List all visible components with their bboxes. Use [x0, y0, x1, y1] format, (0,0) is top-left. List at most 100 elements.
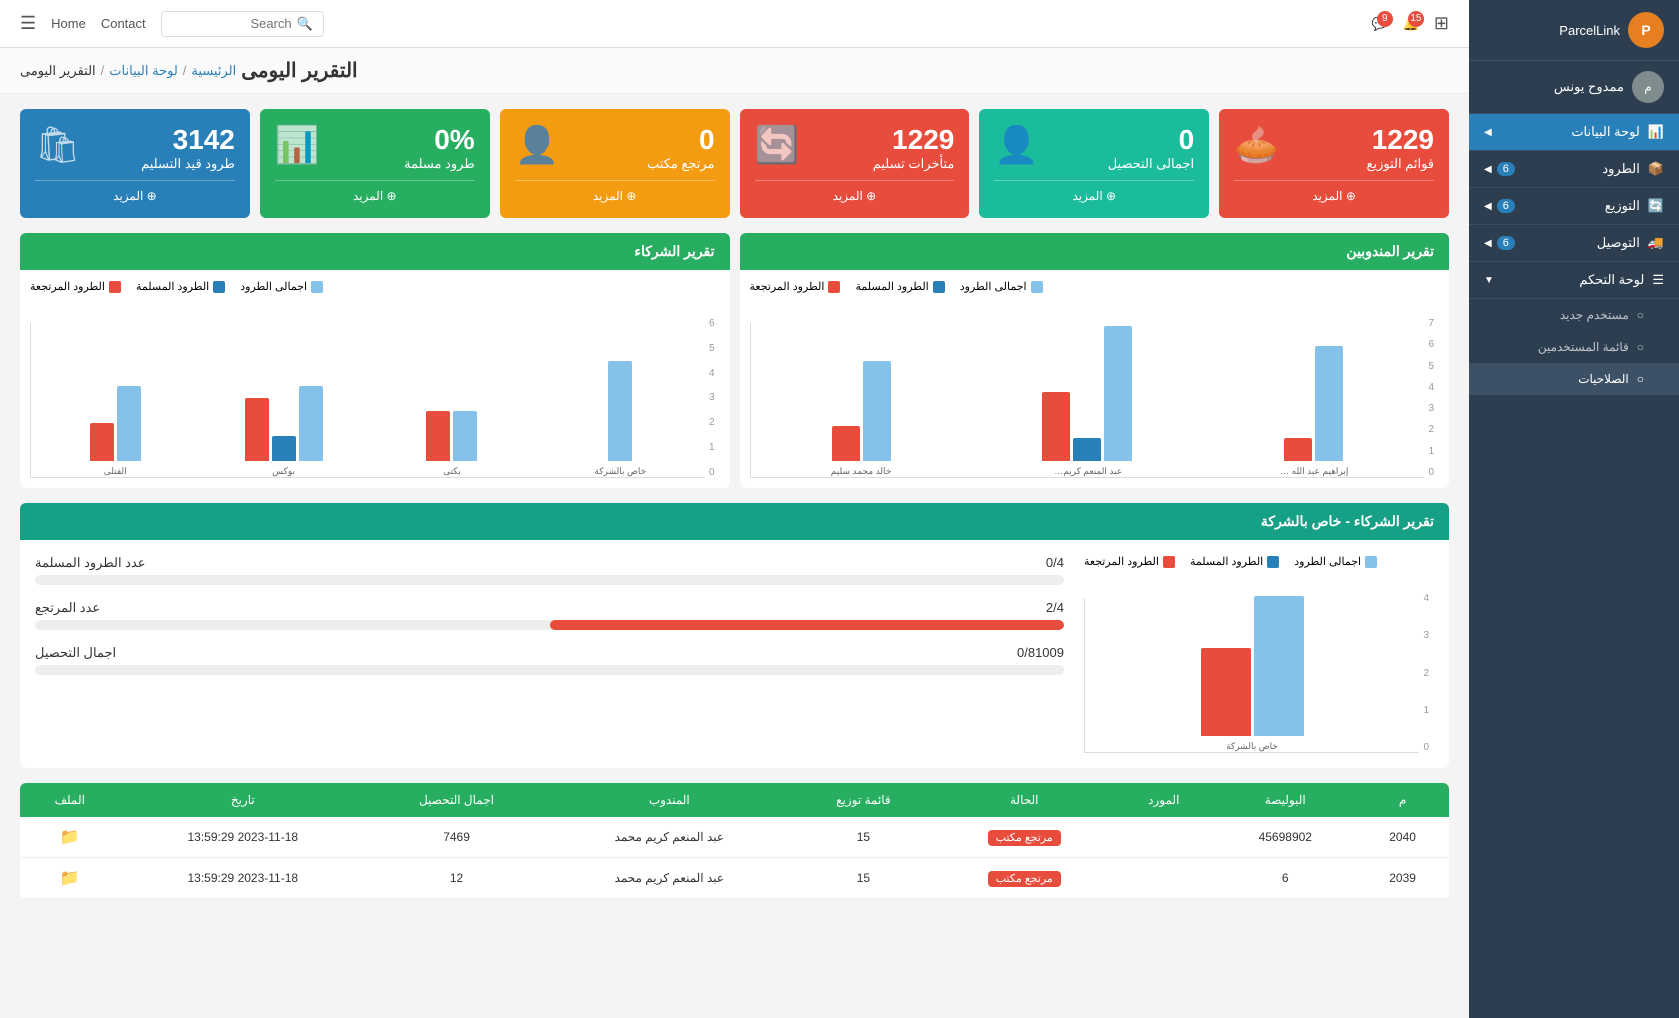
stat-more-delivered[interactable]: ⊕ المزيد	[275, 180, 475, 203]
company-chart-bars: 43210 خاص بالشركة	[1084, 573, 1434, 753]
stat-card-collections: 0 اجمالى التحصيل 👤 ⊕ المزيد	[979, 109, 1209, 218]
sidebar-sub-item-permissions[interactable]: ○ الصلاحيات	[1469, 363, 1679, 395]
delegates-chart-legend: اجمالى الطرود الطرود المسلمة الطرود المر…	[750, 280, 1440, 293]
company-bar-returned	[1201, 648, 1251, 736]
sidebar-item-delivery[interactable]: 🚚 التوصيل 6 ◀	[1469, 225, 1679, 262]
file-icon[interactable]: 📁	[60, 829, 80, 846]
user-name: ممدوح يونس	[1554, 79, 1624, 95]
sidebar-item-label-dashboard: لوحة البيانات	[1571, 124, 1640, 140]
cell-waybill: 6	[1214, 858, 1356, 899]
status-badge: مرتجع مكتب	[988, 830, 1061, 846]
notifications-count: 15	[1408, 11, 1424, 27]
partners-legend-dot-returned	[109, 281, 121, 293]
collections-icon: 👤	[994, 124, 1039, 166]
partners-bar-label-2: بكتى	[443, 466, 461, 477]
stat-more-delays[interactable]: ⊕ المزيد	[755, 180, 955, 203]
topnav-left: ⊞ 🔔 15 💬 9	[1372, 13, 1449, 34]
sidebar-sub-item-users-list[interactable]: ○ قائمة المستخدمين	[1469, 331, 1679, 363]
bar-delivered-2	[1073, 438, 1101, 461]
company-legend-label-delivered: الطرود المسلمة	[1190, 555, 1263, 568]
stat-cards: 1229 قوائم التوزيع 🥧 ⊕ المزيد 0 اجمالى ا…	[20, 109, 1449, 218]
breadcrumb-dashboard[interactable]: لوحة البيانات	[109, 63, 178, 79]
partners-legend-label-total: اجمالى الطرود	[240, 280, 307, 293]
col-status: الحالة	[935, 783, 1113, 817]
hamburger-icon[interactable]: ☰	[20, 13, 36, 34]
col-supplier: المورد	[1113, 783, 1214, 817]
partners-bar-returned-3	[245, 398, 269, 461]
sidebar-item-distribution[interactable]: 🔄 التوزيع 6 ◀	[1469, 188, 1679, 225]
cell-file: 📁	[20, 858, 120, 899]
search-box: 🔍	[161, 11, 324, 37]
stat-card-pending: 3142 طرود قيد التسليم 🛍 ⊕ المزيد	[20, 109, 250, 218]
partners-chart: 6543210 خاص بالشركة	[30, 298, 720, 478]
delegates-chart: 76543210 إبراهيم عبد الله محمد	[750, 298, 1440, 478]
table-header-row: م البوليصة المورد الحالة قائمة توزيع الم…	[20, 783, 1449, 817]
breadcrumb-home[interactable]: الرئيسية	[191, 63, 236, 79]
breadcrumb-current: التقرير اليومى	[20, 63, 96, 79]
stat-card-delays: 1229 متأخرات تسليم 🔄 ⊕ المزيد	[740, 109, 970, 218]
stat-delivered-value: 0/4	[1046, 555, 1064, 571]
cell-supplier	[1113, 858, 1214, 899]
brand-avatar: P	[1628, 12, 1664, 48]
partners-bar-total-2	[453, 411, 477, 461]
partners-bar-label-1: خاص بالشركة	[594, 466, 646, 477]
company-y-axis: 43210	[1419, 593, 1434, 753]
company-partner-report-body: اجمالى الطرود الطرود المسلمة الطرود المر…	[20, 540, 1449, 768]
partners-legend-label-returned: الطرود المرتجعة	[30, 280, 105, 293]
sidebar-user: م ممدوح يونس	[1469, 61, 1679, 114]
stat-label-returned: مرتجع مكتب	[647, 156, 715, 172]
partners-bar-label-4: الفتلى	[104, 466, 127, 477]
cell-delegate: عبد المنعم كريم محمد	[547, 858, 791, 899]
company-legend-dot-total	[1365, 556, 1377, 568]
sidebar-item-parcels[interactable]: 📦 الطرود 6 ◀	[1469, 151, 1679, 188]
table-row: 2039 6 مرتجع مكتب 15 عبد المنعم كريم محم…	[20, 858, 1449, 899]
sidebar-item-control[interactable]: ☰ لوحة التحكم ▼	[1469, 262, 1679, 299]
company-chart-legend: اجمالى الطرود الطرود المسلمة الطرود المر…	[1084, 555, 1434, 568]
cell-delegate: عبد المنعم كريم محمد	[547, 817, 791, 858]
col-total: اجمال التحصيل	[366, 783, 547, 817]
breadcrumb-sep-2: /	[101, 63, 105, 78]
legend-dot-total	[1031, 281, 1043, 293]
returned-icon: 👤	[515, 124, 560, 166]
stat-label-collections: اجمالى التحصيل	[1108, 156, 1194, 172]
breadcrumb: التقرير اليومى الرئيسية / لوحة البيانات …	[0, 48, 1469, 94]
distribution-badge: 6	[1497, 199, 1515, 213]
partners-legend-returned: الطرود المرتجعة	[30, 280, 121, 293]
sidebar-item-label-control: لوحة التحكم	[1579, 272, 1644, 288]
messages-count: 9	[1377, 11, 1393, 27]
partners-legend-total: اجمالى الطرود	[240, 280, 323, 293]
home-link[interactable]: Home	[51, 16, 86, 31]
file-icon[interactable]: 📁	[60, 870, 80, 887]
delegates-y-axis: 76543210	[1424, 318, 1439, 478]
apps-icon[interactable]: ⊞	[1434, 13, 1449, 34]
cell-total: 7469	[366, 817, 547, 858]
notifications-badge[interactable]: 🔔 15	[1403, 16, 1419, 32]
data-table: م البوليصة المورد الحالة قائمة توزيع الم…	[20, 783, 1449, 899]
col-distribution: قائمة توزيع	[792, 783, 936, 817]
contact-link[interactable]: Contact	[101, 16, 146, 31]
company-bar-label: خاص بالشركة	[1226, 741, 1278, 752]
stat-number-delivered: 0%	[404, 124, 475, 156]
cell-distribution: 15	[792, 858, 936, 899]
delegates-report-header: تقرير المندوبين	[740, 233, 1450, 270]
main-area: ⊞ 🔔 15 💬 9 🔍 Contact Home ☰	[0, 0, 1469, 1018]
page-title: التقرير اليومى	[241, 58, 357, 83]
cell-supplier	[1113, 817, 1214, 858]
sidebar-item-label-distribution: التوزيع	[1605, 198, 1640, 214]
stat-more-pending[interactable]: ⊕ المزيد	[35, 180, 235, 203]
sidebar-sub-label-users-list: قائمة المستخدمين	[1538, 340, 1629, 354]
stat-collections-label-row: 0/81009 اجمال التحصيل	[35, 645, 1064, 661]
stat-more-distribution[interactable]: ⊕ المزيد	[1234, 180, 1434, 203]
company-bar-total	[1254, 596, 1304, 736]
sidebar-item-dashboard[interactable]: 📊 لوحة البيانات ◀	[1469, 114, 1679, 151]
sidebar-sub-item-new-user[interactable]: ○ مستخدم جديد	[1469, 299, 1679, 331]
stat-more-collections[interactable]: ⊕ المزيد	[994, 180, 1194, 203]
messages-badge[interactable]: 💬 9	[1372, 16, 1388, 32]
topnav-right: 🔍 Contact Home ☰	[20, 11, 324, 37]
stat-more-returned[interactable]: ⊕ المزيد	[515, 180, 715, 203]
legend-item-returned: اجمالى الطرود	[960, 280, 1043, 293]
search-input[interactable]	[172, 16, 292, 31]
cell-waybill: 45698902	[1214, 817, 1356, 858]
bar-total-2	[1104, 326, 1132, 461]
bar-group-1: إبراهيم عبد الله محمد	[1213, 321, 1414, 477]
